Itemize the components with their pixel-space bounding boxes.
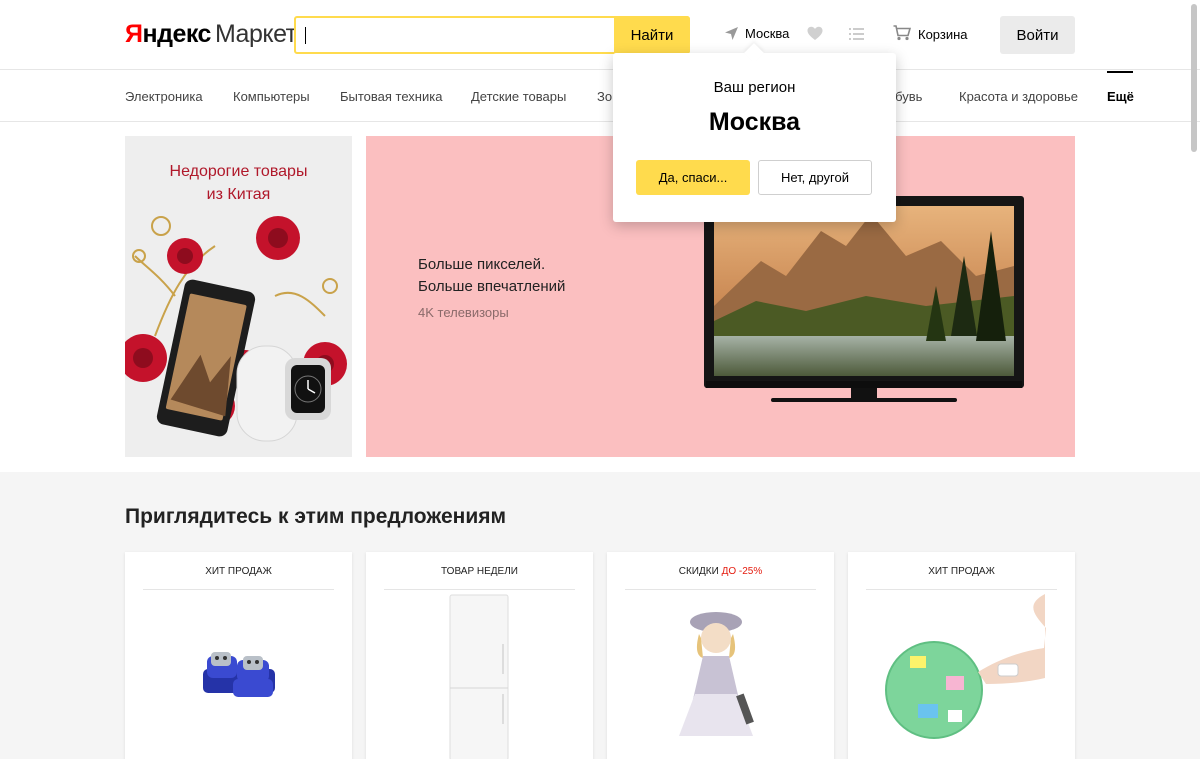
popup-city: Москва — [708, 108, 801, 136]
discount-text: до -25% — [721, 566, 763, 577]
category-nav: Электроника Компьютеры Бытовая техника Д… — [0, 71, 1200, 122]
category-more[interactable]: Ещё — [1107, 89, 1134, 104]
category-kids[interactable]: Детские товары — [471, 89, 566, 104]
offer-card[interactable]: Хит продаж — [848, 552, 1075, 759]
category-computers[interactable]: Компьютеры — [233, 89, 310, 104]
china-goods-banner[interactable]: Недорогие товары из Китая — [125, 136, 352, 457]
kids-sofa-image — [203, 652, 275, 697]
yandex-market-logo[interactable]: Яндекс Маркет — [125, 20, 297, 49]
logo-yandex-rest: ндекс — [142, 20, 211, 48]
offer-card[interactable]: Скидки до -25% — [607, 552, 834, 759]
offer-label: Товар недели — [366, 566, 593, 577]
cart-icon — [893, 25, 912, 44]
offers-title: Приглядитесь к этим предложениям — [125, 505, 507, 528]
offer-card[interactable]: Товар недели — [366, 552, 593, 759]
region-confirm-popup: Ваш регион Москва Да, спаси... Нет, друг… — [613, 53, 896, 222]
category-appliances[interactable]: Бытовая техника — [340, 89, 442, 104]
doll-image — [679, 612, 754, 736]
offer-label: Скидки до -25% — [607, 566, 834, 577]
category-beauty[interactable]: Красота и здоровье — [959, 89, 1078, 104]
region-name: Москва — [745, 26, 790, 41]
card-divider — [143, 589, 334, 590]
offer-label-text: Товар недели — [441, 566, 518, 577]
change-region-button[interactable]: Нет, другой — [758, 160, 872, 195]
text-cursor — [305, 27, 306, 44]
confirm-region-button[interactable]: Да, спаси... — [636, 160, 750, 195]
category-electronics[interactable]: Электроника — [125, 89, 203, 104]
compare-list-icon[interactable] — [849, 27, 864, 46]
favorites-heart-icon[interactable] — [807, 26, 823, 46]
logo-market: Маркет — [214, 20, 297, 48]
search-bar: Найти — [294, 16, 690, 54]
logo-yandex: Яндекс — [125, 20, 211, 48]
page-scrollbar[interactable] — [1191, 4, 1197, 152]
cart-label: Корзина — [918, 27, 968, 42]
fridge-image — [449, 594, 509, 759]
more-indicator — [1107, 71, 1133, 73]
region-selector[interactable]: Москва — [724, 26, 789, 41]
header: Яндекс Маркет Найти Москва Корзина Войти — [0, 0, 1200, 70]
category-partial[interactable]: Зо — [597, 89, 612, 104]
offer-label-text: Скидки — [678, 566, 719, 577]
card-divider — [384, 589, 575, 590]
search-button[interactable]: Найти — [614, 16, 690, 54]
offer-label: Хит продаж — [848, 566, 1075, 577]
card-divider — [625, 589, 816, 590]
offer-card[interactable]: Хит продаж — [125, 552, 352, 759]
location-arrow-icon — [724, 26, 739, 41]
offer-label: Хит продаж — [125, 566, 352, 577]
popup-title: Ваш регион — [713, 79, 796, 96]
china-banner-illustration — [125, 216, 347, 442]
logo-letter: Я — [125, 20, 143, 48]
cart-link[interactable]: Корзина — [893, 25, 968, 44]
offer-label-text: Хит продаж — [928, 566, 995, 577]
login-button[interactable]: Войти — [1000, 16, 1075, 54]
lol-ball-image — [885, 594, 1046, 739]
offer-label-text: Хит продаж — [205, 566, 272, 577]
search-input[interactable] — [296, 18, 614, 52]
card-divider — [866, 589, 1057, 590]
